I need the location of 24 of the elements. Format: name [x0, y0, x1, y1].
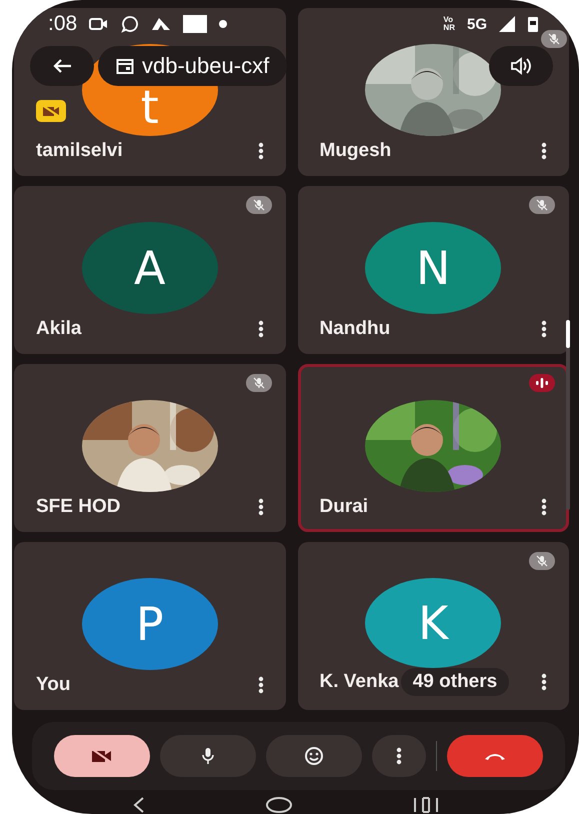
participant-tile[interactable]: Durai: [298, 364, 569, 532]
participant-name: Nandhu: [320, 318, 390, 340]
participant-name: tamilselvi: [36, 140, 123, 162]
participant-name: Mugesh: [320, 140, 392, 162]
status-time: :08: [48, 12, 78, 36]
avatar: K: [365, 578, 502, 668]
participant-tile[interactable]: K K. Venka 49 others: [298, 542, 569, 710]
network-label: Vo: [443, 16, 454, 24]
participant-name: You: [36, 674, 70, 696]
meeting-code-button[interactable]: vdb-ubeu-cxf: [98, 46, 288, 86]
participant-name: Akila: [36, 318, 82, 340]
network-type: 5G: [466, 16, 487, 32]
network-label: NR: [443, 24, 455, 32]
participant-tile[interactable]: A Akila: [14, 186, 286, 354]
avatar: P: [82, 578, 218, 670]
others-count-chip[interactable]: 49 others: [400, 668, 510, 696]
participant-name: K. Venka: [320, 671, 399, 693]
participant-tile[interactable]: SFE HOD: [14, 364, 286, 532]
participant-name: SFE HOD: [36, 496, 120, 518]
participant-name: Durai: [320, 496, 368, 518]
avatar: A: [82, 222, 218, 314]
participant-tile[interactable]: N Nandhu: [298, 186, 569, 354]
participant-tile[interactable]: P You: [14, 542, 286, 710]
avatar: N: [365, 222, 502, 314]
